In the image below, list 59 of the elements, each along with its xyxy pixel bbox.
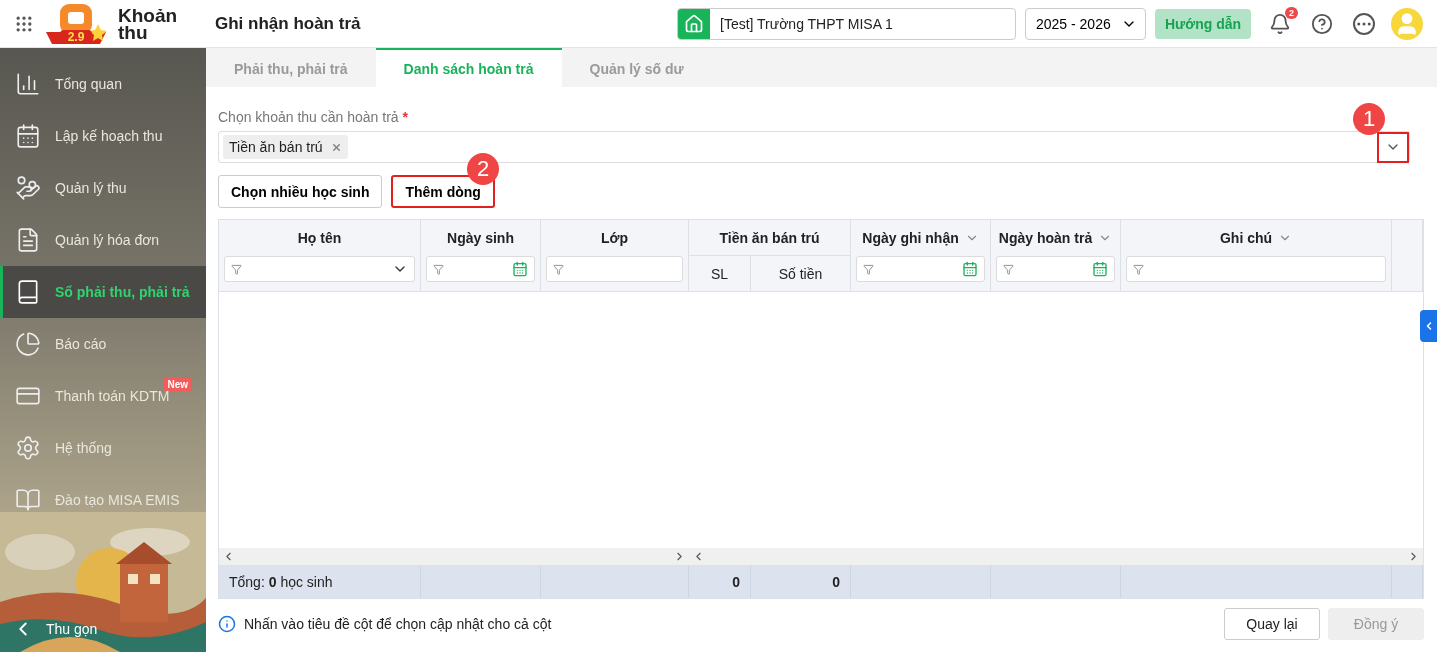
filter-icon xyxy=(433,263,444,275)
sidebar-item[interactable]: Quản lý hóa đơn xyxy=(0,214,206,266)
filter-field[interactable] xyxy=(426,256,535,282)
filter-icon xyxy=(863,263,874,275)
action-button[interactable]: Chọn nhiều học sinh xyxy=(218,175,383,208)
footer-button[interactable]: Quay lại xyxy=(1224,608,1320,640)
more-icon[interactable] xyxy=(1353,12,1375,35)
sidebar-item[interactable]: Quản lý thu xyxy=(0,162,206,214)
step-marker: 1 xyxy=(1353,103,1385,135)
total-text: Tổng: 0 học sinh xyxy=(219,565,421,598)
column-header[interactable]: Ngày sinh xyxy=(447,230,514,246)
filter-icon xyxy=(553,263,564,275)
column-header[interactable]: Tiền ăn bán trú xyxy=(689,220,851,256)
hand-coins-icon xyxy=(15,175,41,201)
sidebar-item[interactable]: Sổ phải thu, phải trả xyxy=(0,266,206,318)
column-header[interactable]: Lớp xyxy=(600,230,629,246)
filter-field[interactable] xyxy=(856,256,985,282)
filter-field[interactable] xyxy=(1126,256,1386,282)
dropdown-toggle[interactable] xyxy=(1377,131,1409,163)
pie-chart-icon xyxy=(15,331,41,357)
filter-field[interactable] xyxy=(996,256,1115,282)
remove-icon[interactable] xyxy=(330,141,342,153)
year-dropdown[interactable]: 2025 - 2026 xyxy=(1025,7,1146,40)
filter-field[interactable] xyxy=(546,256,683,282)
filter-icon xyxy=(1003,263,1014,275)
new-badge: New xyxy=(163,378,192,391)
panel-toggle[interactable] xyxy=(1420,310,1437,342)
calendar-icon xyxy=(962,261,978,277)
hint-text: Nhấn vào tiêu đề cột để chọn cập nhật cho cả cột xyxy=(244,616,553,632)
field-label: Chọn khoản thu cần hoàn trả xyxy=(218,109,399,125)
chip: Tiền ăn bán trú xyxy=(223,135,348,159)
app-name: Khoản thu xyxy=(118,6,179,41)
notification-badge: 2 xyxy=(1285,6,1298,19)
bar-chart-icon xyxy=(15,71,41,97)
step-marker: 2 xyxy=(467,153,499,185)
calendar-icon xyxy=(512,261,528,277)
column-header[interactable]: Họ tên xyxy=(297,230,342,246)
action-button[interactable]: Thêm dòng xyxy=(391,175,495,208)
help-icon[interactable] xyxy=(1311,12,1333,35)
open-book-icon xyxy=(15,487,41,513)
total-value: 0 xyxy=(689,565,751,598)
page-title: Ghi nhận hoàn trả xyxy=(215,13,362,34)
info-icon xyxy=(218,615,236,633)
gear-icon xyxy=(15,435,41,461)
column-header[interactable]: Ngày ghi nhận xyxy=(862,230,959,246)
filter-icon xyxy=(1133,263,1144,275)
filter-field[interactable] xyxy=(224,256,415,282)
column-header[interactable]: Ghi chú xyxy=(1219,230,1273,246)
required-mark: * xyxy=(402,109,409,125)
calendar-icon xyxy=(1092,261,1108,277)
notification-bell-icon[interactable] xyxy=(1269,12,1291,35)
column-header[interactable]: Ngày hoàn trả xyxy=(998,230,1093,246)
sidebar-item[interactable]: Lập kế hoạch thu xyxy=(0,110,206,162)
calendar-icon xyxy=(15,123,41,149)
total-value: 0 xyxy=(751,565,851,598)
school-field[interactable]: [Test] Trường THPT MISA 1 xyxy=(677,7,1016,40)
filter-icon xyxy=(231,263,242,275)
house-icon xyxy=(684,13,704,34)
sidebar-item[interactable]: Tổng quan xyxy=(0,58,206,110)
